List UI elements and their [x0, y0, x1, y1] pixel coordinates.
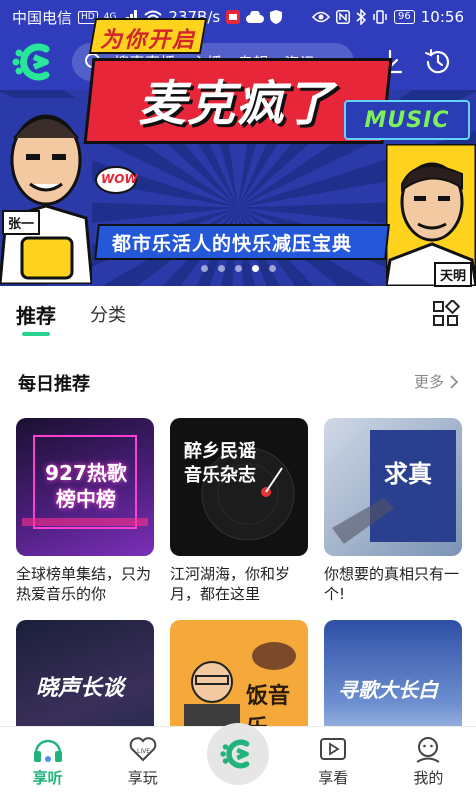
album-cover-title: 求真 [384, 460, 432, 488]
grid-icon [433, 298, 461, 326]
status-bar: 中国电信 HD 4G 237B/s 96 10:56 [0, 0, 476, 34]
nav-home-center[interactable] [190, 723, 285, 796]
tab-category[interactable]: 分类 [90, 288, 126, 340]
nav-watch-label: 享看 [318, 769, 349, 787]
banner-dot-active[interactable] [251, 265, 259, 272]
bluetooth-icon [356, 9, 367, 25]
content-tabs: 推荐 分类 [0, 288, 476, 340]
album-description: 全球榜单集结，只为热爱音乐的你 [16, 565, 152, 603]
host-name-left: 张一 [2, 210, 41, 235]
album-cover: 醉乡民谣音乐杂志 [170, 418, 308, 556]
history-button[interactable] [420, 44, 456, 80]
center-logo-button[interactable] [207, 723, 269, 785]
bottom-nav: 享听 LIVE 享玩 享看 我的 [0, 723, 476, 796]
album-card[interactable]: 醉乡民谣音乐杂志 江河湖海，你和岁月，都在这里 [170, 418, 308, 604]
album-description: 你想要的真相只有一个! [324, 565, 460, 603]
album-cover-title: 晓声长谈 [36, 676, 125, 701]
battery-level: 96 [394, 10, 415, 24]
live-heart-icon: LIVE [129, 737, 157, 762]
album-cover-title: 醉乡民谣音乐杂志 [184, 441, 256, 486]
banner-dot[interactable] [268, 265, 276, 272]
app-notification-icon [226, 10, 241, 24]
app-logo-icon [220, 739, 250, 769]
svg-text:LIVE: LIVE [137, 748, 150, 755]
banner-tagline: 为你开启 [100, 28, 197, 53]
album-card[interactable]: 927热歌榜中榜 全球榜单集结，只为热爱音乐的你 [16, 418, 154, 604]
music-sign: MUSIC [344, 100, 470, 140]
daily-section-title: 每日推荐 [18, 374, 90, 395]
nav-profile[interactable]: 我的 [381, 727, 476, 796]
banner-pagination [0, 265, 476, 275]
vibrate-icon [373, 10, 387, 24]
tab-recommend[interactable]: 推荐 [16, 288, 56, 340]
album-cover-title: 927热歌榜中榜 [45, 461, 127, 511]
nav-listen-label: 享听 [32, 769, 63, 787]
headphones-icon [33, 739, 62, 762]
nav-listen[interactable]: 享听 [0, 727, 95, 796]
album-card[interactable]: 求真 你想要的真相只有一个! [324, 418, 462, 604]
shield-icon [270, 10, 283, 24]
app-logo-icon[interactable] [12, 39, 58, 85]
video-play-icon [320, 738, 347, 760]
banner-dot[interactable] [200, 265, 208, 272]
wow-text: WOW [101, 172, 138, 186]
clock: 10:56 [420, 8, 464, 26]
nav-play[interactable]: LIVE 享玩 [95, 727, 190, 796]
nfc-icon [336, 10, 350, 24]
banner-title: 麦克疯了 [138, 76, 335, 132]
more-link[interactable]: 更多 [414, 371, 458, 392]
history-clock-icon [425, 49, 450, 74]
nav-profile-label: 我的 [413, 769, 444, 787]
profile-icon [416, 737, 440, 763]
album-cover-title: 寻歌大长白 [338, 678, 438, 702]
banner-dot[interactable] [217, 265, 225, 272]
banner-subtitle: 都市乐活人的快乐减压宝典 [112, 233, 353, 255]
banner-dot[interactable] [234, 265, 242, 272]
more-label: 更多 [413, 373, 444, 391]
nav-play-label: 享玩 [127, 769, 158, 787]
album-cover: 927热歌榜中榜 [16, 418, 154, 556]
album-cover: 求真 [324, 418, 462, 556]
app-screen: 中国电信 HD 4G 237B/s 96 10:56 为你开启 麦克疯了 WOW… [0, 0, 476, 796]
cloud-icon [246, 11, 265, 23]
eye-icon [312, 11, 331, 23]
carrier-label: 中国电信 [12, 8, 73, 27]
cartoon-host-left [0, 98, 94, 286]
album-description: 江河湖海，你和岁月，都在这里 [170, 565, 291, 603]
chevron-right-icon [450, 374, 458, 389]
nav-watch[interactable]: 享看 [286, 727, 381, 796]
grid-menu-button[interactable] [432, 298, 461, 328]
